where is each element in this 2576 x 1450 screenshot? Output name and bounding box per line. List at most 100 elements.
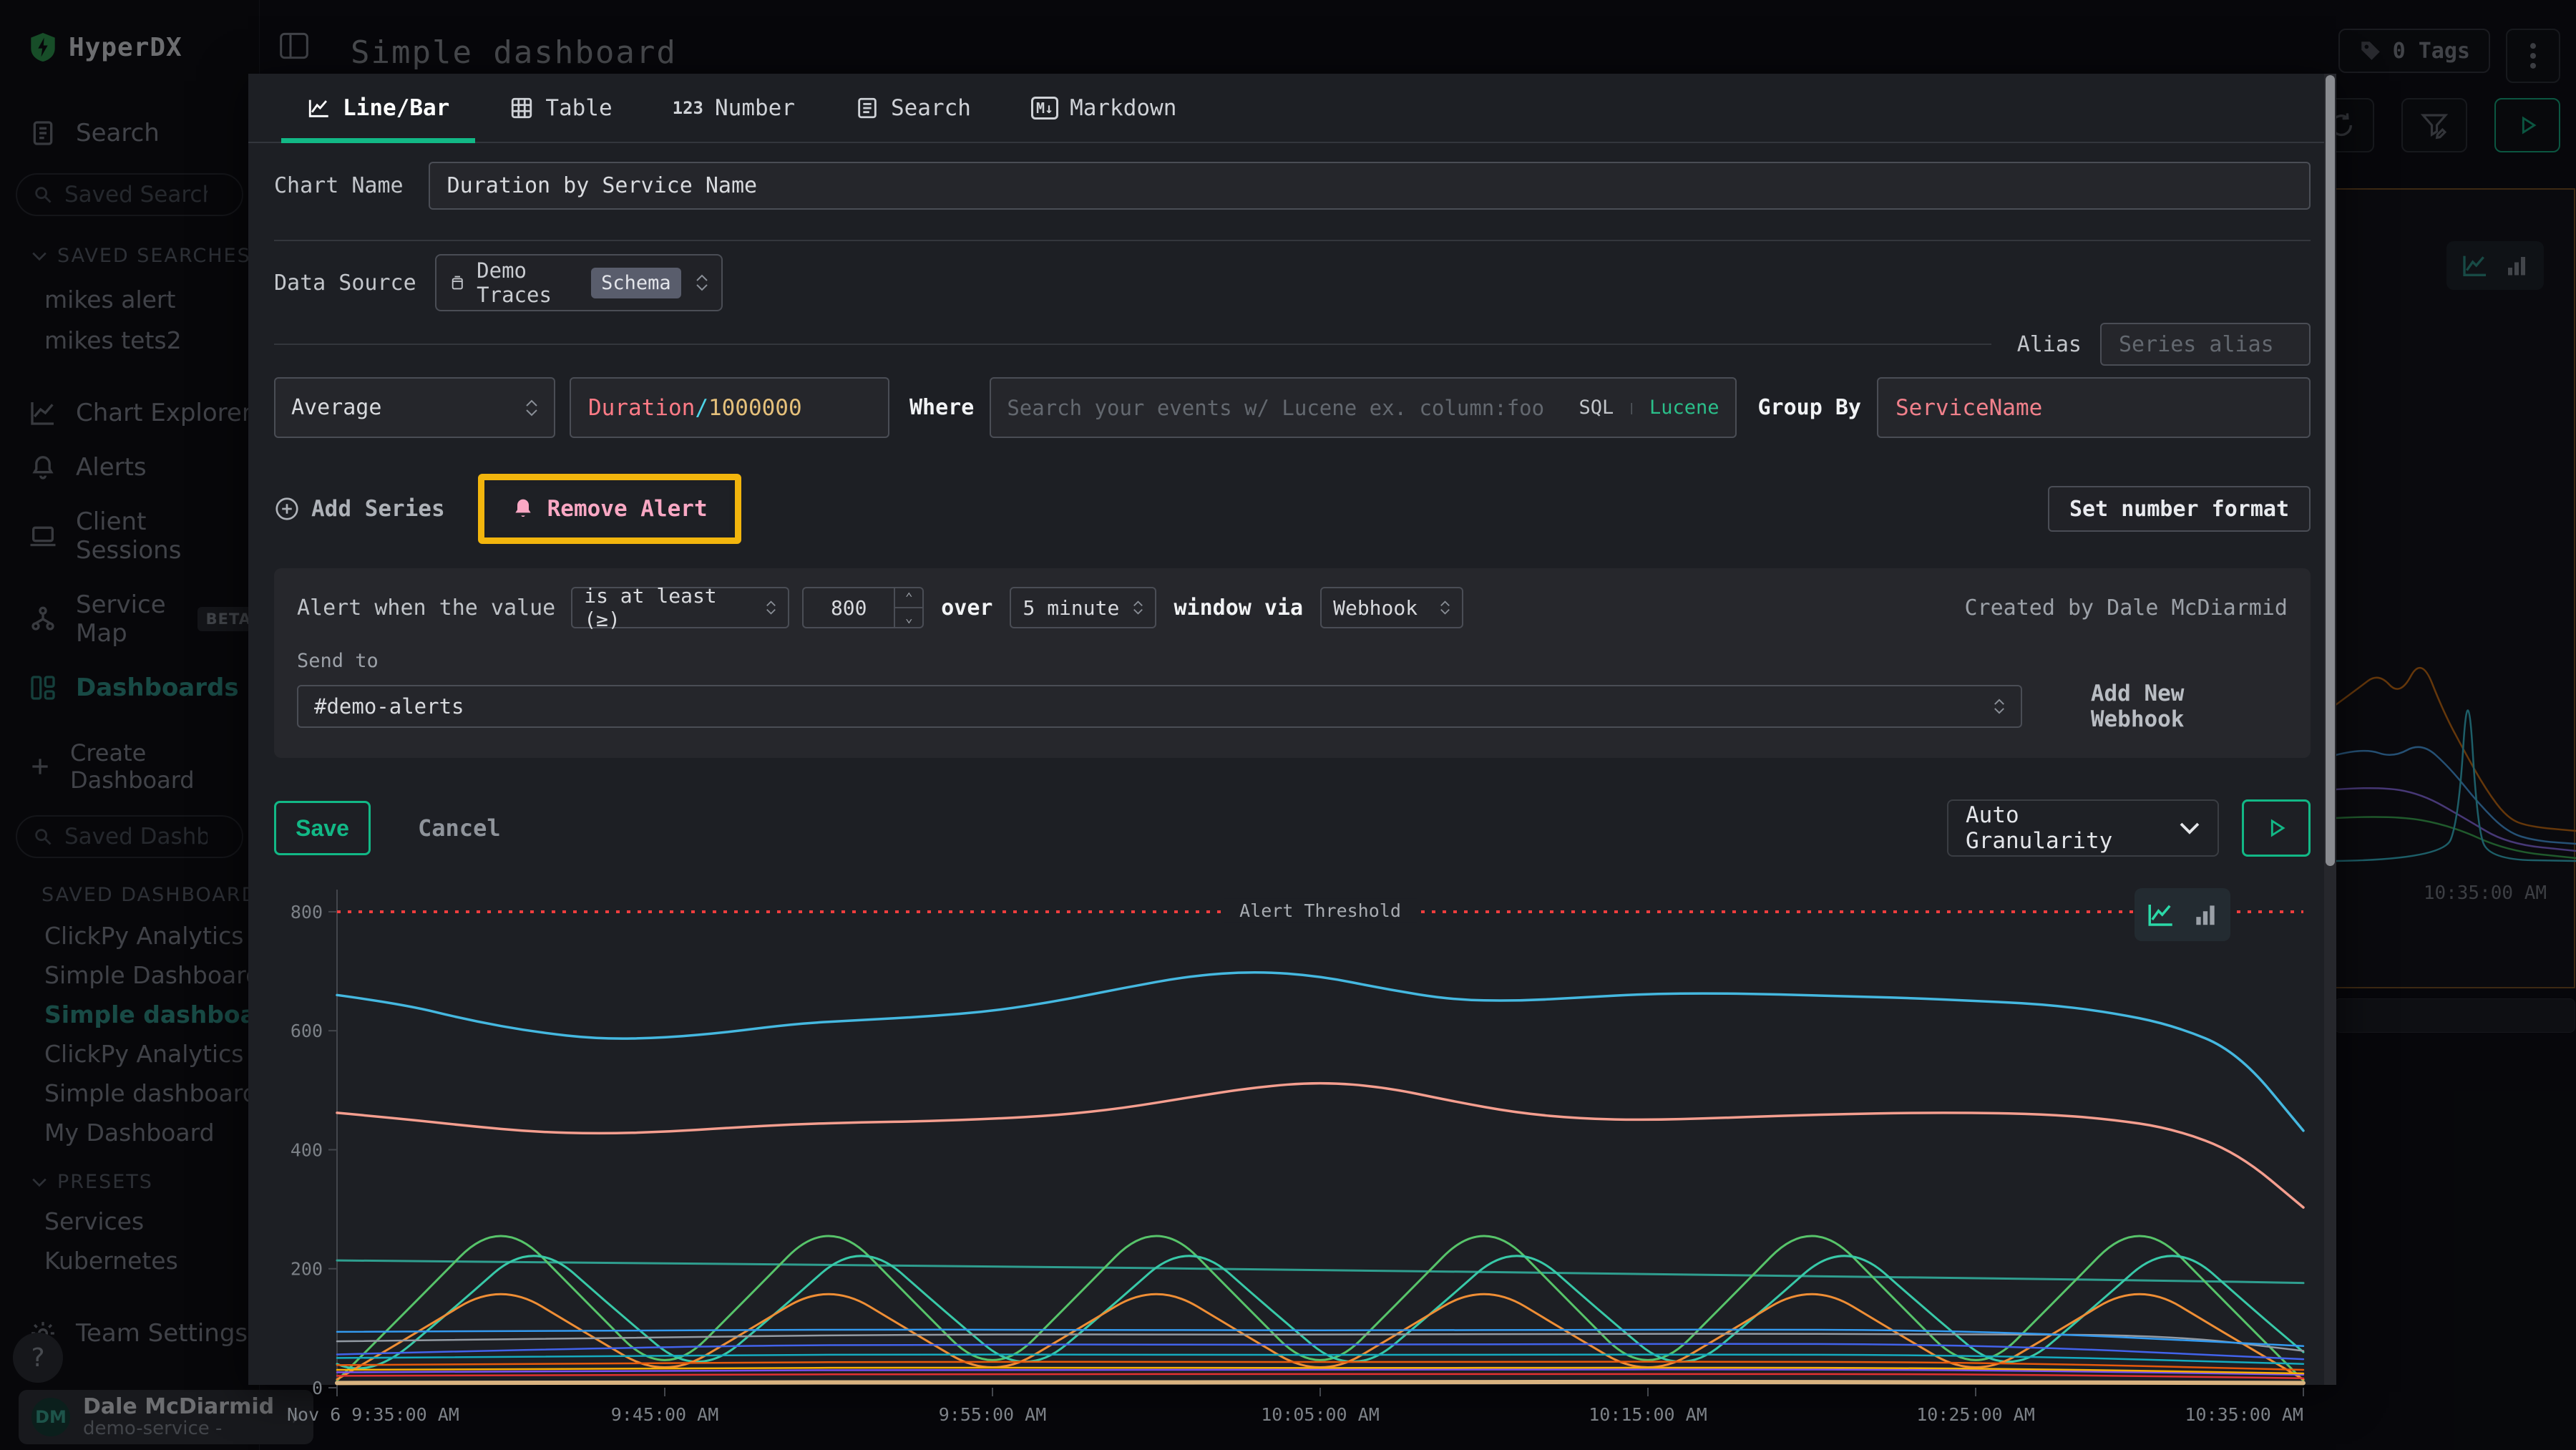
series-line-recommendation [337,1256,2303,1368]
sql-toggle[interactable]: SQL [1579,396,1614,419]
window-select[interactable]: 5 minute [1010,587,1156,628]
x-axis-tick: 10:25:00 AM [1916,1404,2035,1425]
group-by-input[interactable]: ServiceName [1877,377,2311,438]
chart-name-row: Chart Name [274,162,2311,210]
granularity-select[interactable]: Auto Granularity [1947,799,2219,857]
number-123-icon: 123 [673,98,703,118]
where-search-input[interactable]: Search your events w/ Lucene ex. column:… [990,377,1736,438]
modal-scrollbar-thumb[interactable] [2326,75,2335,866]
alias-row: Alias [274,323,2311,366]
series-line-cart [337,1260,2303,1283]
tab-table[interactable]: Table [479,74,642,142]
data-source-label: Data Source [274,271,416,296]
database-icon [449,271,465,294]
select-caret-icon [696,274,708,291]
where-label: Where [909,395,974,420]
plus-circle-icon [274,496,300,522]
field-expression-input[interactable]: Duration/1000000 [570,377,889,438]
select-caret-icon [525,399,538,417]
tab-search[interactable]: Search [825,74,1001,142]
cancel-button[interactable]: Cancel [418,814,501,842]
add-series-button[interactable]: Add Series [274,496,445,522]
list-icon [855,96,879,120]
x-axis-tick: 9:45:00 AM [611,1404,719,1425]
divider [274,344,1991,345]
schema-badge[interactable]: Schema [591,268,681,298]
webhook-select[interactable]: #demo-alerts [297,685,2022,728]
markdown-icon: M↓ [1031,97,1058,120]
alert-threshold-label: Alert Threshold [1239,900,1401,921]
chart-name-input[interactable] [447,163,2292,208]
window-via-label: window via [1174,595,1303,621]
y-axis-tick: 400 [291,1139,323,1160]
stepper-up-icon[interactable]: ⌃ [895,588,922,608]
select-caret-icon [766,600,776,615]
chart-type-tabs: Line/Bar Table 123 Number Search M↓ Ma [248,74,2336,143]
edit-chart-modal: Line/Bar Table 123 Number Search M↓ Ma [248,74,2336,1385]
add-new-webhook-button[interactable]: Add New Webhook [2091,681,2288,732]
play-icon [2264,816,2288,840]
alert-prefix-label: Alert when the value [297,595,555,621]
select-caret-icon [1994,699,2005,714]
x-axis-tick: 10:35:00 AM [2185,1404,2303,1425]
number-stepper[interactable]: ⌃ ⌄ [894,588,922,627]
x-axis-tick: 9:55:00 AM [939,1404,1047,1425]
alias-field[interactable] [2100,323,2311,366]
chart-name-field[interactable] [429,162,2311,210]
series-line-fraud [337,1374,2303,1378]
action-highlight-box: Remove Alert [478,474,741,544]
search-placeholder: Search your events w/ Lucene ex. column:… [1007,396,1571,420]
remove-alert-button[interactable]: Remove Alert [490,486,729,532]
bell-icon [512,497,535,521]
preview-chart: 0 200 400 600 800 Nov 6 9:35:00 AM 9:45:00 AM 9… [274,871,2311,1432]
bar-chart-icon [2192,901,2219,928]
y-axis-tick: 0 [312,1378,323,1398]
y-axis-tick: 200 [291,1259,323,1280]
send-to-label: Send to [297,650,2288,672]
set-number-format-button[interactable]: Set number format [2048,486,2311,532]
series-row: Average Duration/1000000 Where Search yo… [274,377,2311,438]
tab-line-bar[interactable]: Line/Bar [277,74,479,142]
table-icon [509,96,534,120]
alert-config-panel: Alert when the value is at least (≥) 800… [274,568,2311,758]
threshold-number-input[interactable]: 800 ⌃ ⌄ [802,587,924,628]
alias-label: Alias [2017,332,2082,357]
chart-name-label: Chart Name [274,173,404,198]
series-line-kafka [337,1382,2303,1383]
tab-markdown[interactable]: M↓ Markdown [1001,74,1206,142]
x-axis-tick: 10:05:00 AM [1261,1404,1380,1425]
line-chart-icon [307,96,331,120]
line-chart-icon [2146,900,2176,930]
alias-input[interactable] [2119,324,2292,364]
preview-chart-type-toggle[interactable] [2135,888,2230,941]
aggregation-select[interactable]: Average [274,377,555,438]
series-actions-row: Add Series Remove Alert Set number forma… [274,469,2311,548]
save-button[interactable]: Save [274,801,371,855]
channel-type-select[interactable]: Webhook [1320,587,1463,628]
x-axis-tick: 10:15:00 AM [1589,1404,1707,1425]
tab-number[interactable]: 123 Number [643,74,825,142]
data-source-select[interactable]: Demo Traces Schema [435,254,723,311]
stepper-down-icon[interactable]: ⌄ [895,608,922,627]
data-source-row: Data Source Demo Traces Schema [274,254,2311,311]
run-preview-button[interactable] [2242,799,2311,857]
select-caret-icon [1133,600,1143,615]
lang-separator: | [1628,401,1635,414]
divider [274,240,2311,241]
app-screen: HyperDX Search SAVED SEARCHES mikes aler… [0,0,2576,1450]
modal-scrollbar[interactable] [2324,74,2336,1385]
lucene-toggle[interactable]: Lucene [1649,396,1719,419]
preview-chart-svg: 0 200 400 600 800 Nov 6 9:35:00 AM 9:45:00 AM 9… [274,871,2311,1429]
modal-footer: Save Cancel Auto Granularity [274,799,2311,857]
series-line-frontend [337,973,2303,1131]
created-by-label: Created by Dale McDiarmid [1964,595,2288,621]
x-axis-tick: Nov 6 9:35:00 AM [287,1404,459,1425]
group-by-label: Group By [1758,395,1862,420]
select-caret-icon [1440,600,1450,615]
y-axis-tick: 800 [291,902,323,923]
series-line-product-catalog [337,1294,2303,1379]
y-axis-tick: 600 [291,1021,323,1041]
chevron-down-icon [2179,822,2200,835]
series-line-checkout [337,1084,2303,1208]
comparator-select[interactable]: is at least (≥) [571,587,789,628]
